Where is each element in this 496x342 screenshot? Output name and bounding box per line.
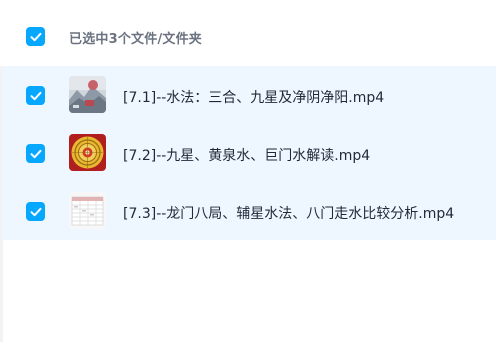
file-name[interactable]: [7.1]--水法：三合、九星及净阴净阳.mp4 [123,87,384,107]
table-video-thumbnail [69,192,106,229]
file-checkbox[interactable] [26,202,45,221]
selection-count-label: 已选中3个文件/文件夹 [69,32,202,47]
select-all-checkbox[interactable] [26,27,45,46]
selection-header: 已选中3个文件/文件夹 [0,0,496,66]
landscape-video-thumbnail [69,76,106,113]
checkmark-icon [30,207,41,216]
file-checkbox[interactable] [26,144,45,163]
compass-video-thumbnail [69,134,106,171]
checkmark-icon [30,149,41,158]
file-name[interactable]: [7.3]--龙门八局、辅星水法、八门走水比较分析.mp4 [123,203,454,223]
file-checkbox[interactable] [26,86,45,105]
file-list: [7.1]--水法：三合、九星及净阴净阳.mp4 [7.2]--九星、黄泉水、巨… [3,66,496,240]
file-name[interactable]: [7.2]--九星、黄泉水、巨门水解读.mp4 [123,145,370,165]
file-selection-panel: 已选中3个文件/文件夹 [7.1]--水法：三合、九星及净阴净阳.mp4 [7.… [0,0,496,342]
file-row[interactable]: [7.1]--水法：三合、九星及净阴净阳.mp4 [3,66,496,124]
checkmark-icon [30,32,41,41]
file-row[interactable]: [7.2]--九星、黄泉水、巨门水解读.mp4 [3,124,496,182]
checkmark-icon [30,91,41,100]
file-row[interactable]: [7.3]--龙门八局、辅星水法、八门走水比较分析.mp4 [3,182,496,240]
